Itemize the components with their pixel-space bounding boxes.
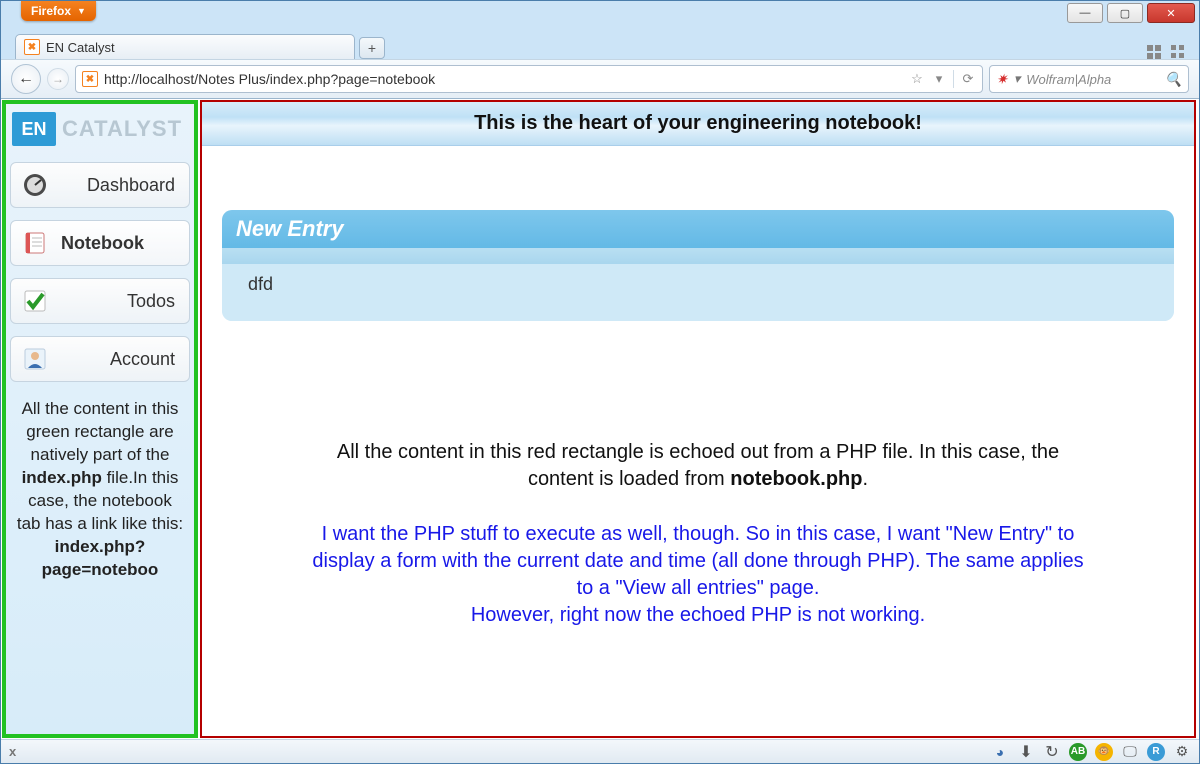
explain-text: All the content in this red rectangle is… xyxy=(202,439,1194,493)
search-engine-menu-icon[interactable]: ▾ xyxy=(1014,71,1021,87)
close-button[interactable]: ✕ xyxy=(1147,3,1195,23)
status-close-button[interactable]: x xyxy=(9,744,16,759)
settings-icon[interactable]: ⚙ xyxy=(1173,743,1191,761)
url-input[interactable] xyxy=(104,71,903,87)
dropdown-icon[interactable]: ▾ xyxy=(931,71,947,87)
firefox-menu-button[interactable]: Firefox ▼ xyxy=(21,1,96,21)
forward-button[interactable]: → xyxy=(47,68,69,90)
logo-text: CATALYST xyxy=(62,116,182,142)
browser-tab[interactable]: ✖ EN Catalyst xyxy=(15,34,355,59)
new-tab-button[interactable]: + xyxy=(359,37,385,59)
refresh-icon[interactable]: ↻ xyxy=(1043,743,1061,761)
panel-body: dfd xyxy=(222,264,1174,321)
list-tabs-icon[interactable] xyxy=(1171,45,1185,59)
app-logo: EN CATALYST xyxy=(10,110,190,156)
address-bar[interactable]: ✖ ☆ ▾ ⟳ xyxy=(75,65,983,93)
main-content: This is the heart of your engineering no… xyxy=(200,100,1196,738)
notebook-icon xyxy=(21,229,49,257)
greasemonkey-icon[interactable]: 🐵 xyxy=(1095,743,1113,761)
sidebar-item-todos[interactable]: Todos xyxy=(10,278,190,324)
search-placeholder: Wolfram|Alpha xyxy=(1026,72,1111,87)
xampp-icon: ✖ xyxy=(82,71,98,87)
separator xyxy=(953,70,954,88)
tab-title: EN Catalyst xyxy=(46,40,115,55)
firefox-menu-label: Firefox xyxy=(31,4,71,18)
search-go-icon[interactable]: 🔍 xyxy=(1165,71,1182,88)
sidebar-item-label: Account xyxy=(61,349,179,370)
tab-strip: ✖ EN Catalyst + xyxy=(1,29,1199,59)
nav-toolbar: ← → ✖ ☆ ▾ ⟳ ✷ ▾ Wolfram|Alpha 🔍 xyxy=(1,59,1199,99)
window-controls: — ▢ ✕ xyxy=(1067,3,1195,23)
info-icon[interactable]: ◕ xyxy=(991,743,1009,761)
sidebar-item-notebook[interactable]: Notebook xyxy=(10,220,190,266)
gauge-icon xyxy=(21,171,49,199)
xampp-icon: ✖ xyxy=(24,39,40,55)
sidebar-item-label: Todos xyxy=(61,291,179,312)
wish-text: I want the PHP stuff to execute as well,… xyxy=(202,521,1194,629)
sidebar-item-dashboard[interactable]: Dashboard xyxy=(10,162,190,208)
panel-title: New Entry xyxy=(222,210,1174,248)
new-entry-panel: New Entry dfd xyxy=(222,210,1174,321)
panel-subheader xyxy=(222,248,1174,264)
wolfram-icon: ✷ xyxy=(996,71,1008,88)
tab-strip-right xyxy=(1147,45,1185,59)
bookmark-star-icon[interactable]: ☆ xyxy=(909,71,925,87)
user-icon xyxy=(21,345,49,373)
sidebar-item-label: Dashboard xyxy=(61,175,179,196)
sidebar-item-label: Notebook xyxy=(61,233,179,254)
check-icon xyxy=(21,287,49,315)
sidebar-item-account[interactable]: Account xyxy=(10,336,190,382)
download-icon[interactable]: ⬇ xyxy=(1017,743,1035,761)
reload-button[interactable]: ⟳ xyxy=(960,71,976,87)
chevron-down-icon: ▼ xyxy=(77,6,86,16)
search-bar[interactable]: ✷ ▾ Wolfram|Alpha 🔍 xyxy=(989,65,1189,93)
minimize-button[interactable]: — xyxy=(1067,3,1103,23)
back-button[interactable]: ← xyxy=(11,64,41,94)
display-icon[interactable]: 🖵 xyxy=(1121,743,1139,761)
addon-icon[interactable]: R xyxy=(1147,743,1165,761)
tab-groups-icon[interactable] xyxy=(1147,45,1161,59)
logo-badge: EN xyxy=(12,112,56,146)
window-titlebar: Firefox ▼ — ▢ ✕ xyxy=(1,1,1199,29)
page-banner: This is the heart of your engineering no… xyxy=(202,102,1194,146)
maximize-button[interactable]: ▢ xyxy=(1107,3,1143,23)
status-bar: x ◕ ⬇ ↻ AB 🐵 🖵 R ⚙ xyxy=(1,739,1199,763)
sidebar-note: All the content in this green rectangle … xyxy=(10,388,190,582)
sidebar: EN CATALYST Dashboard Notebook Todos xyxy=(2,100,198,738)
adblock-icon[interactable]: AB xyxy=(1069,743,1087,761)
status-icons: ◕ ⬇ ↻ AB 🐵 🖵 R ⚙ xyxy=(991,743,1191,761)
page-content: EN CATALYST Dashboard Notebook Todos xyxy=(1,99,1199,739)
